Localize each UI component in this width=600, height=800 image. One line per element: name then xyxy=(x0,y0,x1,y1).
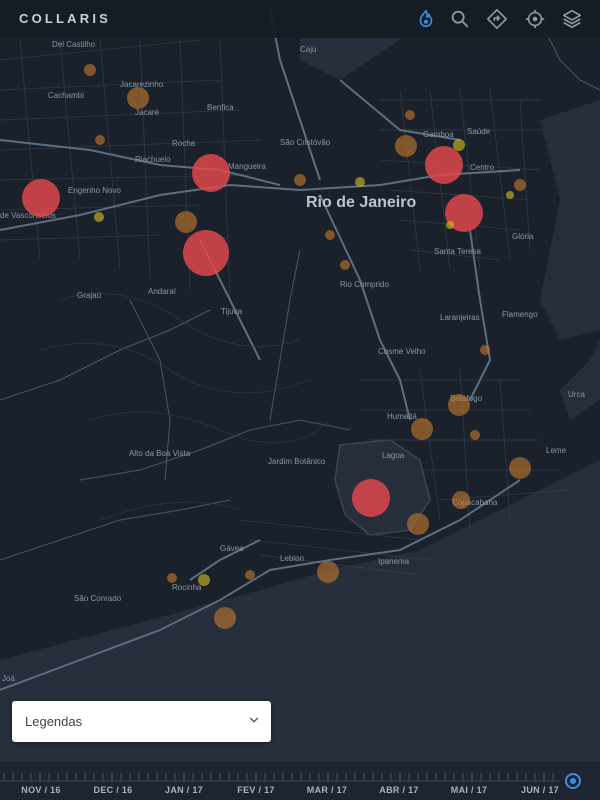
place-label: Santa Teresa xyxy=(434,247,482,256)
hotspot-marker[interactable] xyxy=(425,146,463,184)
hotspot-marker[interactable] xyxy=(395,135,417,157)
place-label: Jacarezinho xyxy=(120,80,164,89)
hotspot-marker[interactable] xyxy=(407,513,429,535)
hotspot-marker[interactable] xyxy=(446,221,454,229)
hotspot-marker[interactable] xyxy=(405,110,415,120)
chevron-down-icon xyxy=(249,717,259,723)
hotspot-marker[interactable] xyxy=(514,179,526,191)
place-label: Gamboa xyxy=(423,130,454,139)
place-label: Gávea xyxy=(220,544,244,553)
place-label: Lagoa xyxy=(382,451,405,460)
place-label: Leme xyxy=(546,446,567,455)
place-label: Urca xyxy=(568,390,585,399)
hotspot-marker[interactable] xyxy=(198,574,210,586)
hotspot-marker[interactable] xyxy=(411,418,433,440)
hotspot-marker[interactable] xyxy=(175,211,197,233)
locate-icon[interactable] xyxy=(524,8,546,30)
legend-label: Legendas xyxy=(25,714,83,729)
hotspot-marker[interactable] xyxy=(167,573,177,583)
timeline-month-label[interactable]: ABR / 17 xyxy=(379,785,418,795)
hotspot-marker[interactable] xyxy=(452,491,470,509)
timeline-marker-dot xyxy=(570,778,576,784)
place-label: Del Castilho xyxy=(52,40,96,49)
timeline-ticks xyxy=(0,773,560,782)
layers-icon[interactable] xyxy=(561,8,583,30)
hotspot-marker[interactable] xyxy=(340,260,350,270)
legend-dropdown[interactable]: Legendas xyxy=(12,701,271,742)
place-label: Joá xyxy=(2,674,15,683)
app-title: COLLARIS xyxy=(19,11,112,26)
place-label: Glória xyxy=(512,232,534,241)
place-label: Rocinha xyxy=(172,583,202,592)
place-label: Laranjeiras xyxy=(440,313,480,322)
place-label: Centro xyxy=(470,163,495,172)
hotspot-marker[interactable] xyxy=(480,345,490,355)
place-label: Jacaré xyxy=(135,108,160,117)
hotspot-marker[interactable] xyxy=(183,230,229,276)
city-label: Rio de Janeiro xyxy=(306,194,416,211)
hotspot-marker[interactable] xyxy=(192,154,230,192)
hotspot-marker[interactable] xyxy=(448,394,470,416)
place-label: São Cristóvão xyxy=(280,138,331,147)
place-label: Grajaú xyxy=(77,291,101,300)
hotspot-marker[interactable] xyxy=(325,230,335,240)
map-canvas[interactable]: Del Castilho Caju Jacarezinho Cachambi Jacar… xyxy=(0,0,600,800)
hotspot-marker[interactable] xyxy=(509,457,531,479)
hotspot-marker[interactable] xyxy=(294,174,306,186)
hotspot-marker[interactable] xyxy=(127,87,149,109)
timeline-month-label[interactable]: DEC / 16 xyxy=(94,785,133,795)
search-icon[interactable] xyxy=(449,8,471,30)
hotspot-marker[interactable] xyxy=(95,135,105,145)
hotspot-marker[interactable] xyxy=(22,179,60,217)
place-label: Rio Comprido xyxy=(340,280,389,289)
place-label: Leblon xyxy=(280,554,304,563)
timeline-current-marker[interactable] xyxy=(565,773,581,789)
place-label: Tijuca xyxy=(221,307,243,316)
place-label: Mangueira xyxy=(228,162,266,171)
timeline-month-label[interactable]: JAN / 17 xyxy=(165,785,203,795)
hotspot-marker[interactable] xyxy=(470,430,480,440)
timeline[interactable]: NOV / 16 DEC / 16 JAN / 17 FEV / 17 MAR / 17… xyxy=(0,762,600,800)
hotspot-marker[interactable] xyxy=(317,561,339,583)
hotspot-marker[interactable] xyxy=(84,64,96,76)
place-label: São Conrado xyxy=(74,594,122,603)
place-label: Ipanema xyxy=(378,557,410,566)
timeline-month-label[interactable]: MAR / 17 xyxy=(307,785,347,795)
top-bar: COLLARIS xyxy=(0,0,600,38)
hotspot-marker[interactable] xyxy=(453,139,465,151)
place-label: Alto da Boa Vista xyxy=(129,449,191,458)
heat-icon[interactable] xyxy=(415,8,437,30)
place-label: Engenho Novo xyxy=(68,186,121,195)
place-label: Benfica xyxy=(207,103,234,112)
timeline-month-label[interactable]: NOV / 16 xyxy=(21,785,60,795)
place-label: Caju xyxy=(300,45,316,54)
place-label: Cachambi xyxy=(48,91,84,100)
hotspot-marker[interactable] xyxy=(94,212,104,222)
place-label: Cosme Velho xyxy=(378,347,426,356)
hotspot-marker[interactable] xyxy=(352,479,390,517)
timeline-month-label[interactable]: JUN / 17 xyxy=(521,785,559,795)
hotspot-marker[interactable] xyxy=(245,570,255,580)
timeline-month-label[interactable]: FEV / 17 xyxy=(237,785,274,795)
place-label: Jardim Botânico xyxy=(268,457,326,466)
hotspot-marker[interactable] xyxy=(506,191,514,199)
place-label: Andaraí xyxy=(148,287,177,296)
place-label: Riachuelo xyxy=(135,155,171,164)
place-label: Humaitá xyxy=(387,412,417,421)
place-label: Rocha xyxy=(172,139,196,148)
timeline-month-label[interactable]: MAI / 17 xyxy=(451,785,487,795)
directions-icon[interactable] xyxy=(486,8,508,30)
place-label: Flamengo xyxy=(502,310,538,319)
place-label: Saúde xyxy=(467,127,491,136)
hotspot-marker[interactable] xyxy=(214,607,236,629)
hotspot-marker[interactable] xyxy=(355,177,365,187)
